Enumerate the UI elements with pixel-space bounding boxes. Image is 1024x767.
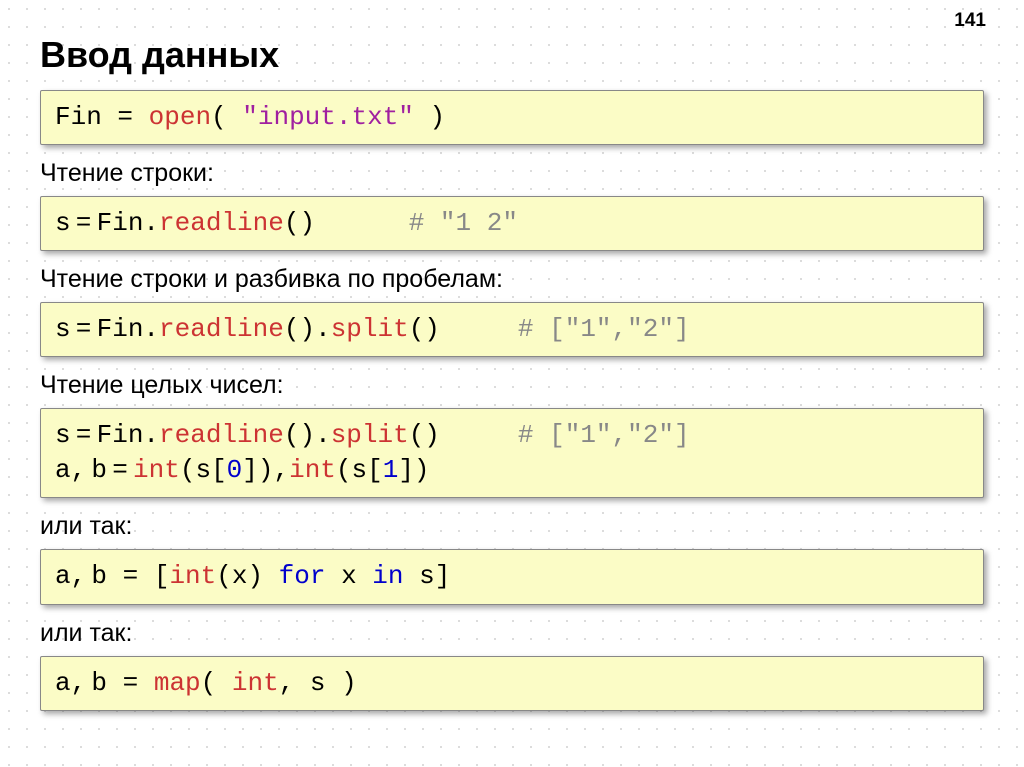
code-token: a, bbox=[55, 455, 86, 485]
code-token: (x) bbox=[216, 561, 278, 591]
code-token: ( bbox=[211, 102, 242, 132]
code-token: b = [ bbox=[91, 561, 169, 591]
code-token: map bbox=[154, 668, 201, 698]
section-label: Чтение целых чисел: bbox=[40, 371, 984, 400]
code-token: Fin. bbox=[97, 208, 159, 238]
code-token: Fin. bbox=[97, 314, 159, 344]
code-token: (s[ bbox=[180, 455, 227, 485]
code-token: = bbox=[71, 208, 97, 238]
section-label: Чтение строки и разбивка по пробелам: bbox=[40, 265, 984, 294]
code-token: int bbox=[169, 561, 216, 591]
code-token: x bbox=[325, 561, 372, 591]
code-token: ) bbox=[414, 102, 445, 132]
code-token: () bbox=[409, 420, 518, 450]
code-token: "input.txt" bbox=[242, 102, 414, 132]
code-token: ]) bbox=[398, 455, 429, 485]
code-token: = bbox=[71, 314, 97, 344]
code-token: s bbox=[55, 208, 71, 238]
slide-title: Ввод данных bbox=[40, 34, 984, 76]
code-token: s bbox=[55, 420, 71, 450]
code-block: a, b = [int(x) for x in s] bbox=[40, 549, 984, 604]
code-token: # ["1","2"] bbox=[518, 314, 690, 344]
code-token: () bbox=[409, 314, 518, 344]
code-block: s = Fin.readline().split() # ["1","2"] bbox=[40, 302, 984, 357]
code-token: = bbox=[117, 102, 133, 132]
code-token: # "1 2" bbox=[409, 208, 518, 238]
code-token: split bbox=[331, 314, 409, 344]
code-token: for bbox=[279, 561, 326, 591]
slide-content: Fin = open( "input.txt" )Чтение строки:s… bbox=[40, 90, 984, 711]
code-token: readline bbox=[159, 314, 284, 344]
code-token: readline bbox=[159, 208, 284, 238]
code-token: # ["1","2"] bbox=[518, 420, 690, 450]
code-token: a, bbox=[55, 561, 86, 591]
section-label: Чтение строки: bbox=[40, 159, 984, 188]
code-token: Fin bbox=[55, 102, 117, 132]
code-token: readline bbox=[159, 420, 284, 450]
code-token: (s[ bbox=[336, 455, 383, 485]
code-block: a, b = map( int, s ) bbox=[40, 656, 984, 711]
code-block: s = Fin.readline() # "1 2" bbox=[40, 196, 984, 251]
code-token: int bbox=[133, 455, 180, 485]
section-label: или так: bbox=[40, 619, 984, 648]
code-token: b = bbox=[91, 668, 153, 698]
code-token: Fin. bbox=[97, 420, 159, 450]
code-block: Fin = open( "input.txt" ) bbox=[40, 90, 984, 145]
code-token: (). bbox=[284, 314, 331, 344]
code-token: ( bbox=[201, 668, 232, 698]
code-token: s] bbox=[404, 561, 451, 591]
code-token: open bbox=[133, 102, 211, 132]
code-token: , s ) bbox=[279, 668, 357, 698]
code-token: (). bbox=[284, 420, 331, 450]
code-token: = bbox=[107, 455, 133, 485]
code-token: s bbox=[55, 314, 71, 344]
code-token: split bbox=[331, 420, 409, 450]
code-block: s = Fin.readline().split() # ["1","2"] a… bbox=[40, 408, 984, 498]
code-token: ]), bbox=[242, 455, 289, 485]
code-token: 0 bbox=[227, 455, 243, 485]
code-token: int bbox=[232, 668, 279, 698]
code-token: = bbox=[71, 420, 97, 450]
section-label: или так: bbox=[40, 512, 984, 541]
code-token: in bbox=[372, 561, 403, 591]
code-token: () bbox=[284, 208, 409, 238]
code-token: b bbox=[91, 455, 107, 485]
code-token: int bbox=[289, 455, 336, 485]
code-token: a, bbox=[55, 668, 86, 698]
code-token: 1 bbox=[383, 455, 399, 485]
page-number: 141 bbox=[954, 10, 986, 32]
